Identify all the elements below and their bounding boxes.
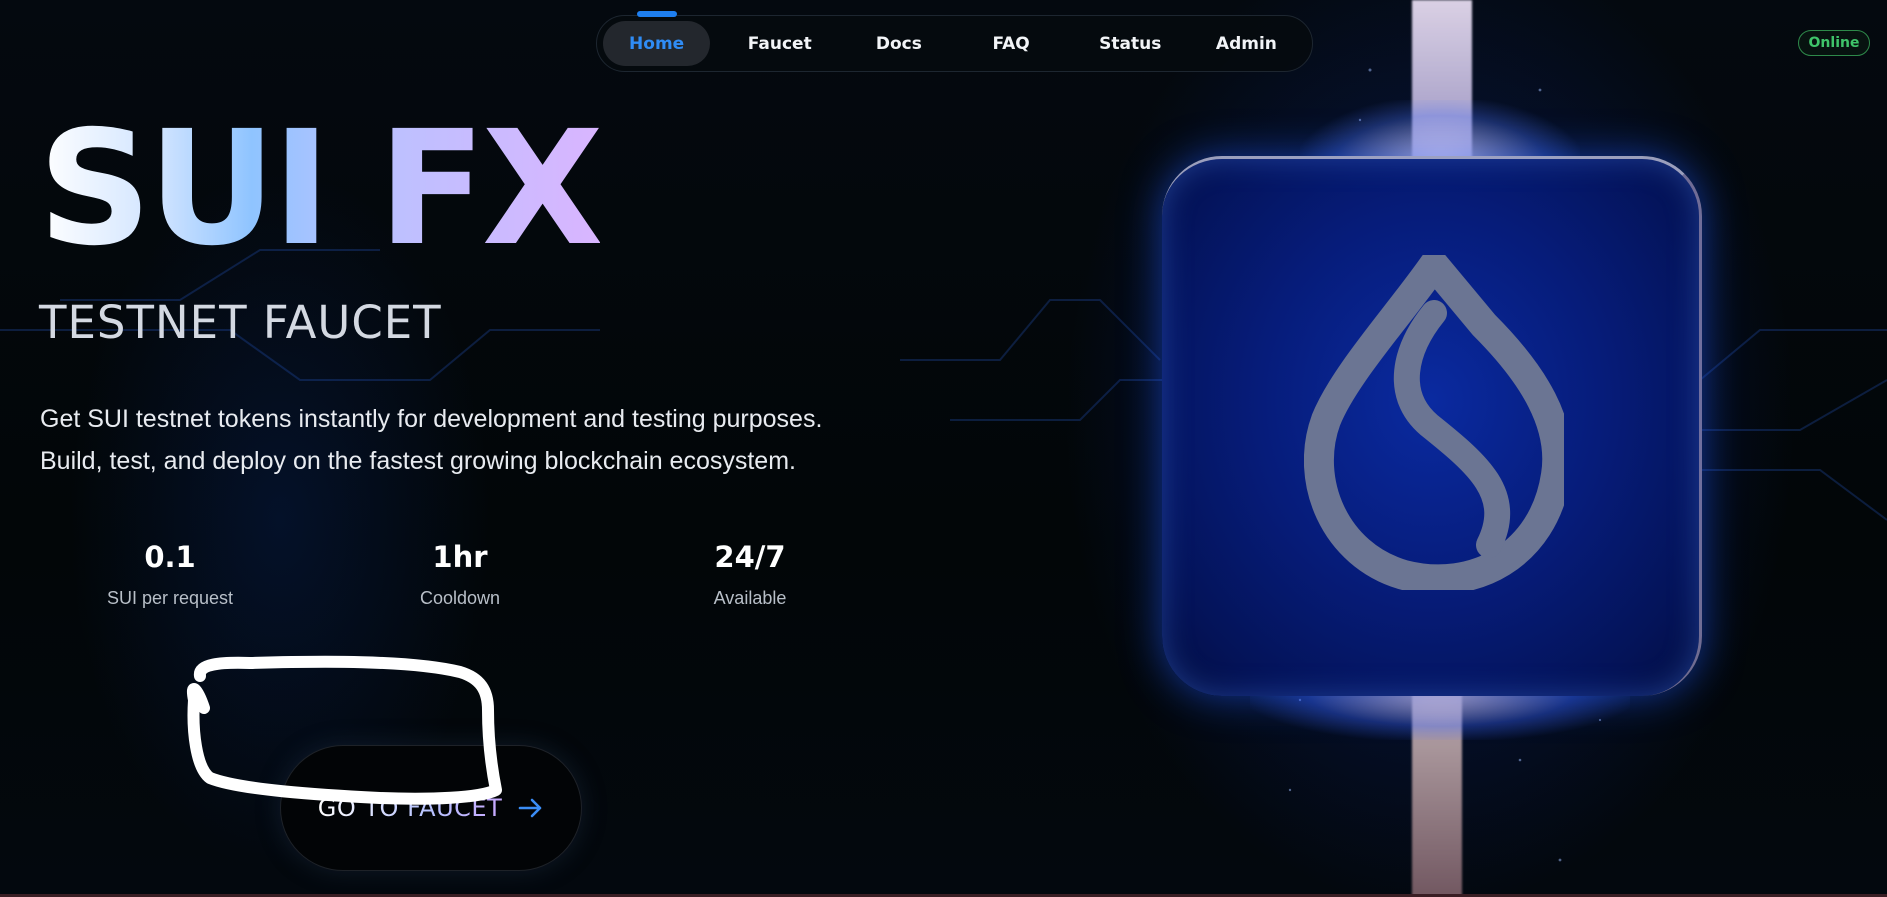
stat-value: 1hr	[432, 540, 488, 574]
stat-value: 0.1	[144, 540, 196, 574]
hero-description: Get SUI testnet tokens instantly for dev…	[40, 398, 900, 482]
description-line: Get SUI testnet tokens instantly for dev…	[40, 405, 823, 433]
stat-label: SUI per request	[106, 588, 234, 608]
stat-label: Available	[713, 588, 787, 608]
stat-label: Cooldown	[419, 588, 501, 608]
page-title: SUI FX	[38, 97, 604, 281]
arrow-right-icon	[518, 796, 544, 820]
nav-item-faucet[interactable]: Faucet	[710, 21, 849, 66]
stat-availability: 24/7 Available	[650, 540, 850, 609]
description-line: Build, test, and deploy on the fastest g…	[40, 447, 796, 475]
nav-item-status[interactable]: Status	[1074, 21, 1187, 66]
nav-active-indicator	[637, 11, 677, 17]
nav-item-admin[interactable]: Admin	[1187, 21, 1306, 66]
nav-item-docs[interactable]: Docs	[849, 21, 948, 66]
page-subtitle: TESTNET FAUCET	[39, 296, 442, 349]
nav-item-faq[interactable]: FAQ	[949, 21, 1074, 66]
status-badge: Online	[1798, 30, 1870, 56]
stat-cooldown: 1hr Cooldown	[360, 540, 560, 609]
annotation-scribble	[187, 655, 502, 805]
stat-value: 24/7	[714, 540, 786, 574]
stat-amount: 0.1 SUI per request	[70, 540, 270, 609]
sui-droplet-icon	[1304, 255, 1564, 590]
nav-item-home[interactable]: Home	[603, 21, 711, 66]
main-nav: Home Faucet Docs FAQ Status Admin	[596, 11, 1313, 72]
